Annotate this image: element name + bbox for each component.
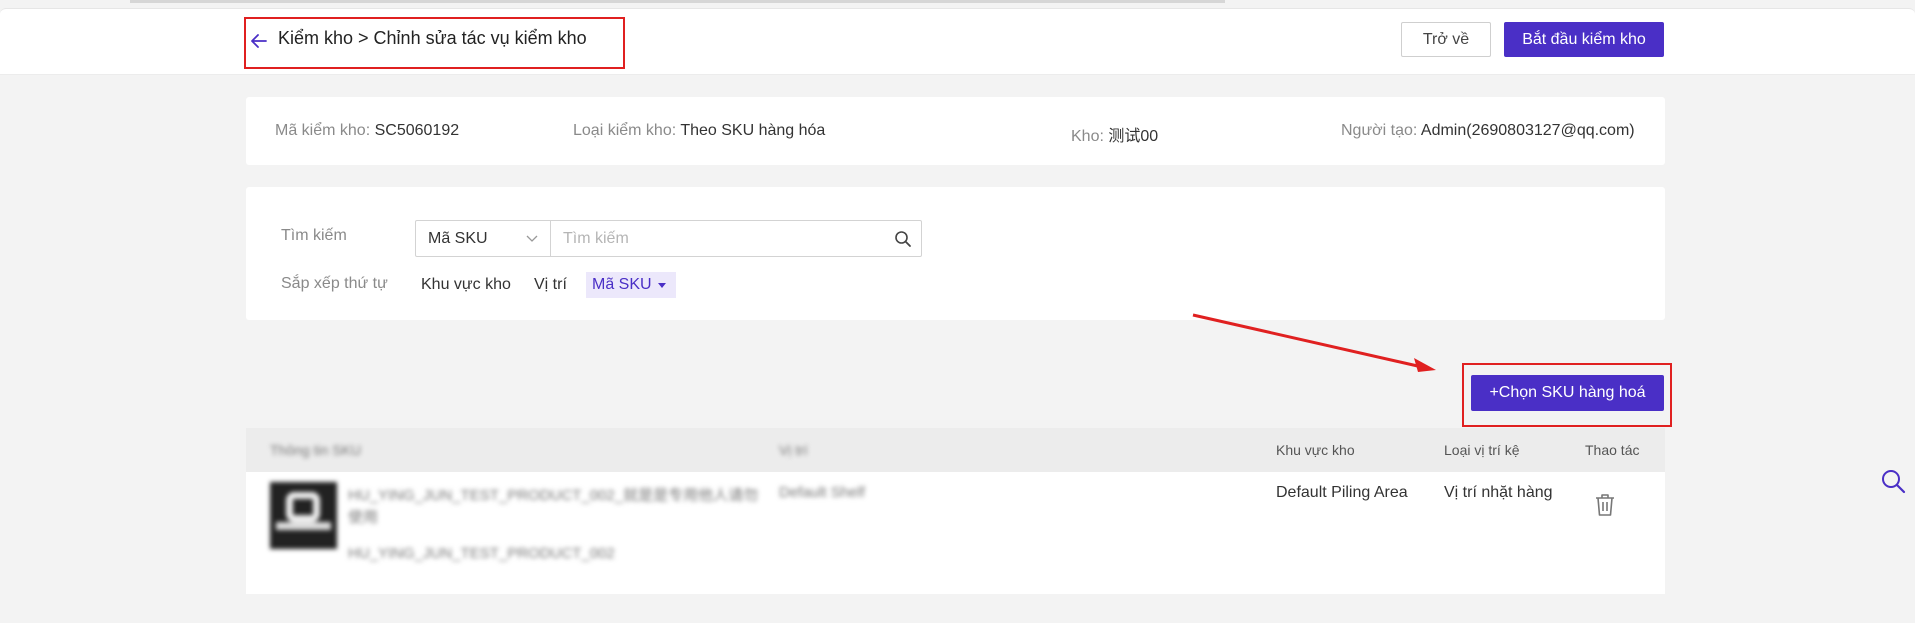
creator-label: Người tạo: — [1341, 122, 1421, 139]
back-arrow-icon[interactable] — [248, 30, 270, 52]
warehouse: Kho: 测试00 — [1071, 122, 1158, 146]
info-card: Mã kiểm kho: SC5060192 Loại kiểm kho: Th… — [246, 97, 1665, 165]
inventory-code-label: Mã kiểm kho: — [275, 122, 375, 139]
top-scroll-edge — [130, 0, 1225, 3]
search-group: Mã SKU — [415, 220, 922, 257]
trash-icon[interactable] — [1593, 492, 1617, 518]
creator-value: Admin(2690803127@qq.com) — [1420, 122, 1635, 139]
back-button[interactable]: Trở về — [1401, 22, 1491, 57]
sku-table: Thông tin SKU Vị trí Khu vực kho Loại vị… — [246, 428, 1665, 594]
floating-search-icon[interactable] — [1880, 468, 1906, 494]
search-type-value: Mã SKU — [428, 229, 488, 247]
sort-option-area[interactable]: Khu vực kho — [421, 276, 511, 294]
inventory-type-value: Theo SKU hàng hóa — [680, 122, 826, 139]
col-sku-info: Thông tin SKU — [270, 442, 362, 458]
shelf-type-cell: Vị trí nhặt hàng — [1444, 484, 1553, 501]
sort-desc-icon — [657, 282, 666, 288]
search-type-select[interactable]: Mã SKU — [416, 221, 551, 256]
sku-name-line1: HU_YING_JUN_TEST_PRODUCT_002_就是是专用他人请勿 — [348, 487, 759, 504]
table-header: Thông tin SKU Vị trí Khu vực kho Loại vị… — [246, 428, 1665, 472]
inventory-code-value: SC5060192 — [374, 122, 460, 139]
col-area: Khu vực kho — [1276, 442, 1355, 458]
search-label: Tìm kiếm — [281, 227, 347, 244]
table-row: HU_YING_JUN_TEST_PRODUCT_002_就是是专用他人请勿 使… — [246, 472, 1665, 594]
choose-sku-button[interactable]: +Chọn SKU hàng hoá — [1471, 375, 1664, 411]
sort-option-sku[interactable]: Mã SKU — [586, 272, 676, 298]
area-cell: Default Piling Area — [1276, 484, 1408, 501]
breadcrumb: Kiểm kho > Chỉnh sửa tác vụ kiểm kho — [278, 28, 587, 48]
sort-active-label: Mã SKU — [592, 276, 652, 293]
sku-code: HU_YING_JUN_TEST_PRODUCT_002 — [348, 545, 615, 562]
filter-card: Tìm kiếm Mã SKU Sắp xếp thứ tự Khu vực k… — [246, 187, 1665, 320]
col-location: Vị trí — [779, 442, 808, 458]
creator: Người tạo: Admin(2690803127@qq.com) — [1341, 122, 1635, 140]
sort-label: Sắp xếp thứ tự — [281, 275, 388, 292]
location-cell: Default Shelf — [779, 484, 865, 501]
start-inventory-button[interactable]: Bắt đầu kiểm kho — [1504, 22, 1664, 57]
search-icon[interactable] — [885, 221, 921, 256]
warehouse-value: 测试00 — [1108, 128, 1159, 145]
warehouse-label: Kho: — [1071, 128, 1109, 145]
inventory-type: Loại kiểm kho: Theo SKU hàng hóa — [573, 122, 825, 140]
search-input[interactable] — [551, 221, 885, 256]
product-thumbnail — [270, 482, 337, 549]
col-actions: Thao tác — [1585, 442, 1640, 458]
col-shelf-type: Loại vị trí kệ — [1444, 442, 1520, 458]
sort-option-location[interactable]: Vị trí — [534, 276, 567, 294]
inventory-type-label: Loại kiểm kho: — [573, 122, 681, 139]
inventory-code: Mã kiểm kho: SC5060192 — [275, 122, 459, 140]
annotation-arrow — [1192, 313, 1436, 372]
sku-name-line2: 使用 — [348, 509, 379, 526]
chevron-down-icon — [526, 235, 538, 242]
